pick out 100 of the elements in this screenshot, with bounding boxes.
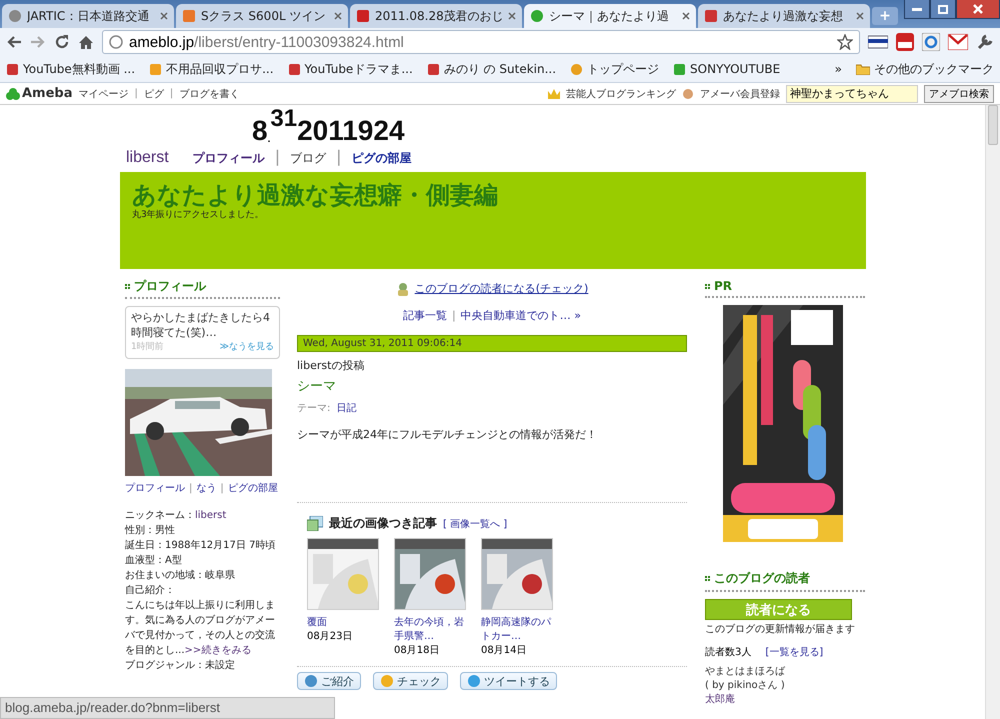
detail-label: お住まいの地域： bbox=[125, 570, 205, 581]
timestamp: 1時間前 bbox=[131, 340, 164, 354]
separator: | bbox=[452, 309, 456, 322]
bookmark[interactable]: YouTube無料動画 ... bbox=[6, 60, 136, 78]
entry-nav-link[interactable]: 中央自動車道でのト… » bbox=[460, 308, 581, 323]
bullet-icon bbox=[705, 284, 710, 288]
browser-icon[interactable] bbox=[922, 33, 940, 51]
maximize-icon bbox=[938, 4, 948, 14]
ranking-link[interactable]: 芸能人ブログランキング bbox=[566, 86, 676, 100]
wrench-icon[interactable] bbox=[976, 33, 994, 51]
share-button[interactable]: ご紹介 bbox=[297, 672, 361, 690]
ameba-logo[interactable]: Ameba bbox=[22, 86, 73, 101]
status-text: やらかしたまばたきしたら4時間寝てた(笑)… bbox=[131, 310, 271, 340]
image-list-link[interactable]: [ 画像一覧へ ] bbox=[443, 516, 508, 530]
bookmark[interactable]: みのり の Sutekin... bbox=[426, 60, 556, 78]
bookmark-folder[interactable]: その他のブックマーク bbox=[856, 60, 994, 78]
star-icon[interactable] bbox=[837, 34, 853, 50]
favicon-icon bbox=[673, 62, 686, 76]
read-more-link[interactable]: >>続きをみる bbox=[184, 645, 252, 656]
reader-link[interactable]: 太郎庵 bbox=[705, 693, 865, 707]
search-button[interactable]: アメブロ検索 bbox=[924, 84, 994, 102]
video-icon[interactable] bbox=[896, 33, 914, 51]
minimize-icon bbox=[912, 8, 922, 10]
recent-entry-link[interactable]: 去年の今頃，岩手県警… bbox=[394, 616, 466, 644]
share-icon bbox=[304, 675, 318, 687]
mail-icon[interactable] bbox=[948, 34, 968, 50]
minimize-button[interactable] bbox=[904, 0, 930, 19]
blog-owner-link[interactable]: liberst bbox=[126, 149, 169, 167]
reader-list-link[interactable]: [一覧を見る] bbox=[765, 645, 824, 659]
browser-tab[interactable]: Sクラス S600L ツイン bbox=[176, 4, 348, 28]
close-icon[interactable] bbox=[682, 12, 690, 20]
reader-icon bbox=[396, 282, 410, 296]
detail-label: 血液型： bbox=[125, 555, 165, 566]
entry-date: 08月14日 bbox=[481, 644, 528, 658]
bookmark[interactable]: トップページ bbox=[570, 60, 660, 78]
favicon-icon bbox=[356, 9, 370, 23]
recent-entry-link[interactable]: 静岡高速隊のパトカー… bbox=[481, 616, 553, 644]
detail-value: 岐阜県 bbox=[205, 570, 235, 581]
entry-nav-link[interactable]: 記事一覧 bbox=[403, 308, 448, 323]
share-icon bbox=[380, 675, 394, 687]
profile-link[interactable]: なう bbox=[196, 481, 216, 496]
separator: | bbox=[170, 88, 174, 99]
separator: | bbox=[274, 147, 280, 166]
entry-author: liberstの投稿 bbox=[297, 358, 366, 373]
close-icon[interactable] bbox=[334, 12, 342, 20]
browser-tab[interactable]: シーマ｜あなたより過 bbox=[524, 4, 696, 28]
recent-heading: 最近の画像つき記事 bbox=[329, 515, 437, 532]
profile-link[interactable]: ピグの部屋 bbox=[228, 481, 278, 496]
register-link[interactable]: アメーバ会員登録 bbox=[700, 86, 780, 100]
back-icon[interactable] bbox=[6, 35, 22, 49]
blog-title: あなたより過激な妄想癖・側妻編 bbox=[132, 182, 499, 208]
maximize-button[interactable] bbox=[930, 0, 956, 19]
become-reader-link[interactable]: このブログの読者になる(チェック) bbox=[414, 281, 588, 296]
reload-icon[interactable] bbox=[54, 34, 70, 50]
reader-link[interactable]: やまとはまほろば bbox=[705, 665, 865, 679]
address-bar[interactable]: ameblo.jp/liberst/entry-11003093824.html bbox=[102, 30, 860, 54]
bookmark[interactable]: YouTubeドラマま... bbox=[288, 60, 413, 78]
bullet-icon bbox=[705, 576, 710, 581]
close-icon[interactable] bbox=[508, 12, 516, 20]
reader-count: 読者数3人 bbox=[705, 646, 752, 659]
header-link[interactable]: ピグ bbox=[144, 86, 164, 100]
browser-tab[interactable]: 2011.08.28茂君のおじ bbox=[350, 4, 522, 28]
entry-date: 08月18日 bbox=[394, 644, 440, 658]
theme-link[interactable]: 日記 bbox=[336, 401, 356, 415]
search-field[interactable]: 神聖かまってちゃん bbox=[786, 84, 918, 102]
nickname-link[interactable]: liberst bbox=[195, 510, 226, 521]
intro-text: こんにちは年以上振りに利用します。気に為る人のブログがアメーバで見付かって，その人との交流を目的とし...>>続きをみる bbox=[125, 598, 276, 658]
share-button[interactable]: ツイートする bbox=[460, 672, 557, 690]
close-button[interactable] bbox=[956, 0, 1000, 19]
close-icon[interactable] bbox=[856, 12, 864, 20]
bookmark[interactable]: 不用品回収プロサ... bbox=[149, 60, 274, 78]
more-bookmarks-button[interactable]: » bbox=[834, 62, 842, 76]
blog-nav-link[interactable]: プロフィール bbox=[192, 150, 265, 167]
status-bar: blog.ameba.jp/reader.do?bnm=liberst bbox=[0, 697, 335, 719]
close-icon bbox=[973, 4, 983, 14]
favicon-icon bbox=[6, 62, 19, 76]
header-link[interactable]: マイページ bbox=[78, 86, 129, 100]
separator: | bbox=[134, 88, 138, 99]
separator: | bbox=[336, 147, 342, 166]
header-link[interactable]: ブログを書く bbox=[179, 86, 240, 100]
detail-label: 誕生日： bbox=[125, 540, 165, 551]
scrollbar-thumb[interactable] bbox=[988, 105, 998, 145]
share-icon bbox=[467, 675, 481, 687]
blog-nav-link[interactable]: ブログ bbox=[290, 150, 326, 167]
favicon-icon bbox=[288, 62, 301, 76]
detail-value: 1988年12月17日 7時頃 bbox=[165, 540, 276, 551]
home-icon[interactable] bbox=[78, 34, 94, 50]
blog-nav-link[interactable]: ピグの部屋 bbox=[351, 150, 412, 167]
share-button[interactable]: チェック bbox=[373, 672, 448, 690]
scrollbar[interactable] bbox=[985, 105, 1000, 719]
flag-icon[interactable] bbox=[868, 34, 888, 50]
entry-date: 08月23日 bbox=[307, 630, 354, 644]
globe-icon bbox=[109, 35, 123, 49]
recent-entry-link[interactable]: 覆面 bbox=[307, 616, 379, 630]
profile-link[interactable]: プロフィール bbox=[125, 481, 185, 496]
close-icon[interactable] bbox=[160, 12, 168, 20]
bookmark[interactable]: SONYYOUTUBE bbox=[673, 62, 780, 76]
separator: | bbox=[189, 482, 192, 496]
favicon-icon bbox=[182, 9, 196, 23]
browser-tab[interactable]: あなたより過激な妄想 bbox=[698, 4, 870, 28]
